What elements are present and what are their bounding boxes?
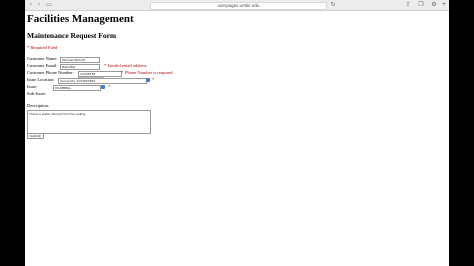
share-icon[interactable]: ⇪ — [405, 1, 411, 9]
form-title: Maintenance Request Form — [27, 31, 117, 40]
email-required-star: * — [104, 63, 107, 68]
required-field-note: * Required Field — [27, 45, 58, 50]
reload-icon[interactable]: ↻ — [330, 1, 336, 9]
submit-button[interactable]: Submit — [27, 133, 44, 139]
issue-location-input[interactable]: University 1234567890 — [58, 78, 147, 84]
forward-icon[interactable]: › — [36, 1, 42, 9]
browser-toolbar: ‹ › ▭ userpages.umbc.edu ↻ ⇪ ❐ ⚙ + — [25, 0, 449, 11]
sidebar-icon[interactable]: ▭ — [45, 1, 53, 9]
issue-location-label: Issue Location: — [27, 77, 55, 82]
email-error-message: Invalid email address — [108, 63, 147, 68]
issue-required-star: * — [108, 84, 111, 89]
customer-phone-label: Customer Phone Number: — [27, 70, 74, 75]
settings-icon[interactable]: ⚙ — [431, 1, 437, 9]
issue-autofill-icon[interactable] — [101, 85, 105, 89]
issue-label: Issue: — [27, 84, 38, 89]
sub-issue-label: Sub-Issue: — [27, 91, 46, 96]
tabs-icon[interactable]: ❐ — [418, 1, 424, 9]
description-label: Description: — [27, 103, 50, 108]
customer-name-input[interactable]: Michael Bishoff — [60, 57, 100, 63]
address-bar[interactable]: userpages.umbc.edu — [150, 2, 327, 10]
issue-select[interactable]: PLUMBING — [53, 85, 101, 91]
browser-window: ‹ › ▭ userpages.umbc.edu ↻ ⇪ ❐ ⚙ + Facil… — [25, 0, 449, 266]
phone-error-message: Phone Number is required — [125, 70, 173, 75]
back-icon[interactable]: ‹ — [28, 1, 34, 9]
new-tab-icon[interactable]: + — [441, 1, 447, 9]
phone-required-star: * — [121, 70, 124, 75]
customer-email-label: Customer Email: — [27, 63, 58, 68]
location-required-star: * — [152, 77, 155, 82]
customer-name-label: Customer Name: — [27, 56, 58, 61]
autofill-icon[interactable] — [146, 78, 150, 82]
page-title: Facilities Management — [27, 13, 134, 25]
description-textarea[interactable]: There is water falling from the ceiling. — [27, 110, 151, 134]
